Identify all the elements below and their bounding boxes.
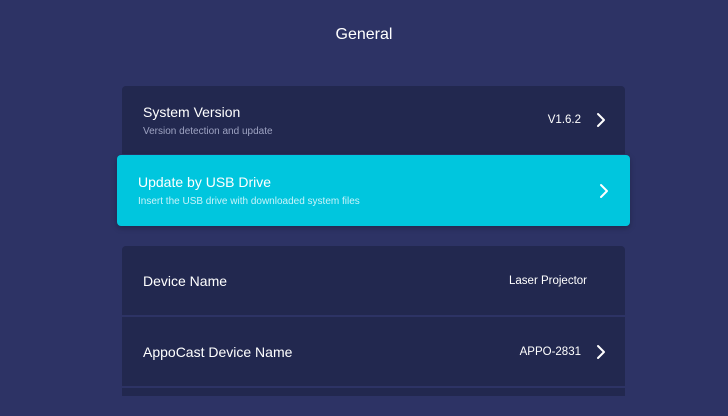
appocast-device-name-title: AppoCast Device Name: [143, 343, 293, 360]
usb-update-item[interactable]: Update by USB Drive Insert the USB drive…: [117, 155, 630, 226]
usb-update-subtitle: Insert the USB drive with downloaded sys…: [138, 196, 360, 207]
system-version-subtitle: Version detection and update: [143, 125, 273, 137]
device-name-value: Laser Projector: [509, 274, 587, 287]
device-name-text: Device Name: [143, 272, 509, 290]
usb-update-title: Update by USB Drive: [138, 174, 272, 190]
device-name-item[interactable]: Device Name Laser Projector: [122, 246, 625, 315]
system-version-text: System Version Version detection and upd…: [143, 103, 548, 138]
system-version-title: System Version: [143, 103, 241, 120]
next-setting-item[interactable]: [122, 388, 625, 396]
chevron-right-icon: [591, 342, 611, 362]
device-name-title: Device Name: [143, 272, 228, 289]
page-title: General: [335, 26, 393, 43]
appocast-device-name-value: APPO-2831: [519, 345, 581, 358]
appocast-device-name-text: AppoCast Device Name: [143, 343, 520, 361]
chevron-right-icon: [591, 110, 611, 130]
appocast-device-name-item[interactable]: AppoCast Device Name APPO-2831: [122, 317, 625, 386]
chevron-right-icon: [594, 181, 614, 201]
system-version-item[interactable]: System Version Version detection and upd…: [122, 86, 625, 154]
usb-update-text: Update by USB Drive Insert the USB drive…: [138, 173, 594, 208]
system-version-value: V1.6.2: [547, 114, 581, 126]
